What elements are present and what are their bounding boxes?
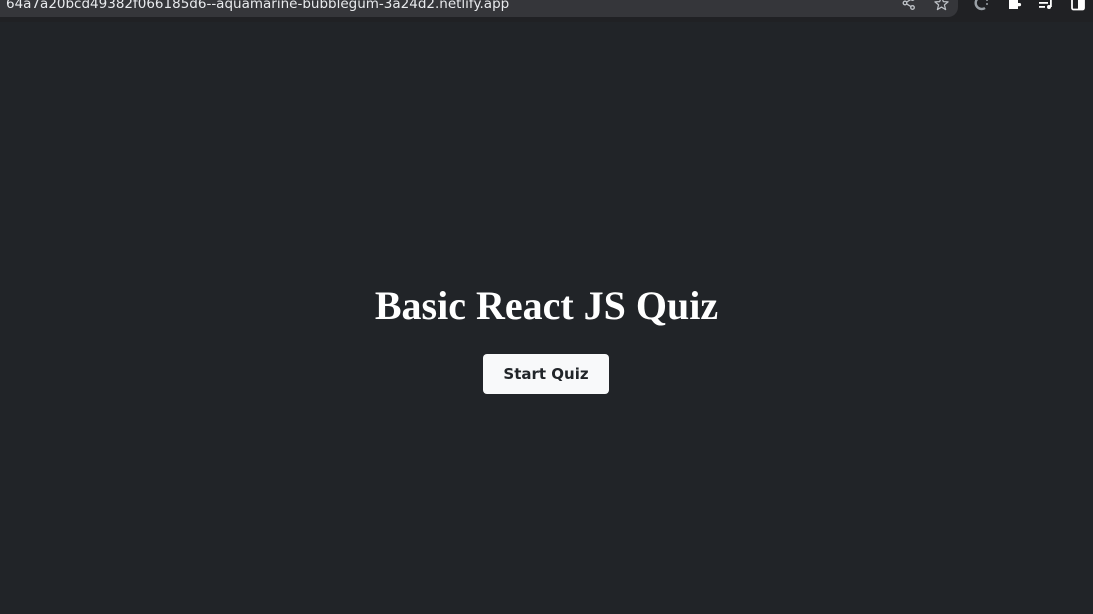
share-icon[interactable] [900, 0, 918, 12]
page-title: Basic React JS Quiz [374, 283, 719, 328]
extensions-puzzle-icon[interactable] [1004, 0, 1024, 12]
side-panel-icon[interactable] [1068, 0, 1088, 12]
url-text[interactable]: 64a7a20bcd49382f066185d6--aquamarine-bub… [6, 0, 509, 13]
quiz-start-page: Basic React JS Quiz Start Quiz [0, 22, 1093, 614]
bookmark-star-icon[interactable] [932, 0, 950, 12]
start-quiz-button[interactable]: Start Quiz [483, 354, 609, 394]
browser-toolbar: 64a7a20bcd49382f066185d6--aquamarine-bub… [0, 0, 1093, 23]
extension-c-icon[interactable] [972, 0, 992, 12]
address-bar[interactable]: 64a7a20bcd49382f066185d6--aquamarine-bub… [0, 0, 958, 17]
media-playlist-icon[interactable] [1036, 0, 1056, 12]
